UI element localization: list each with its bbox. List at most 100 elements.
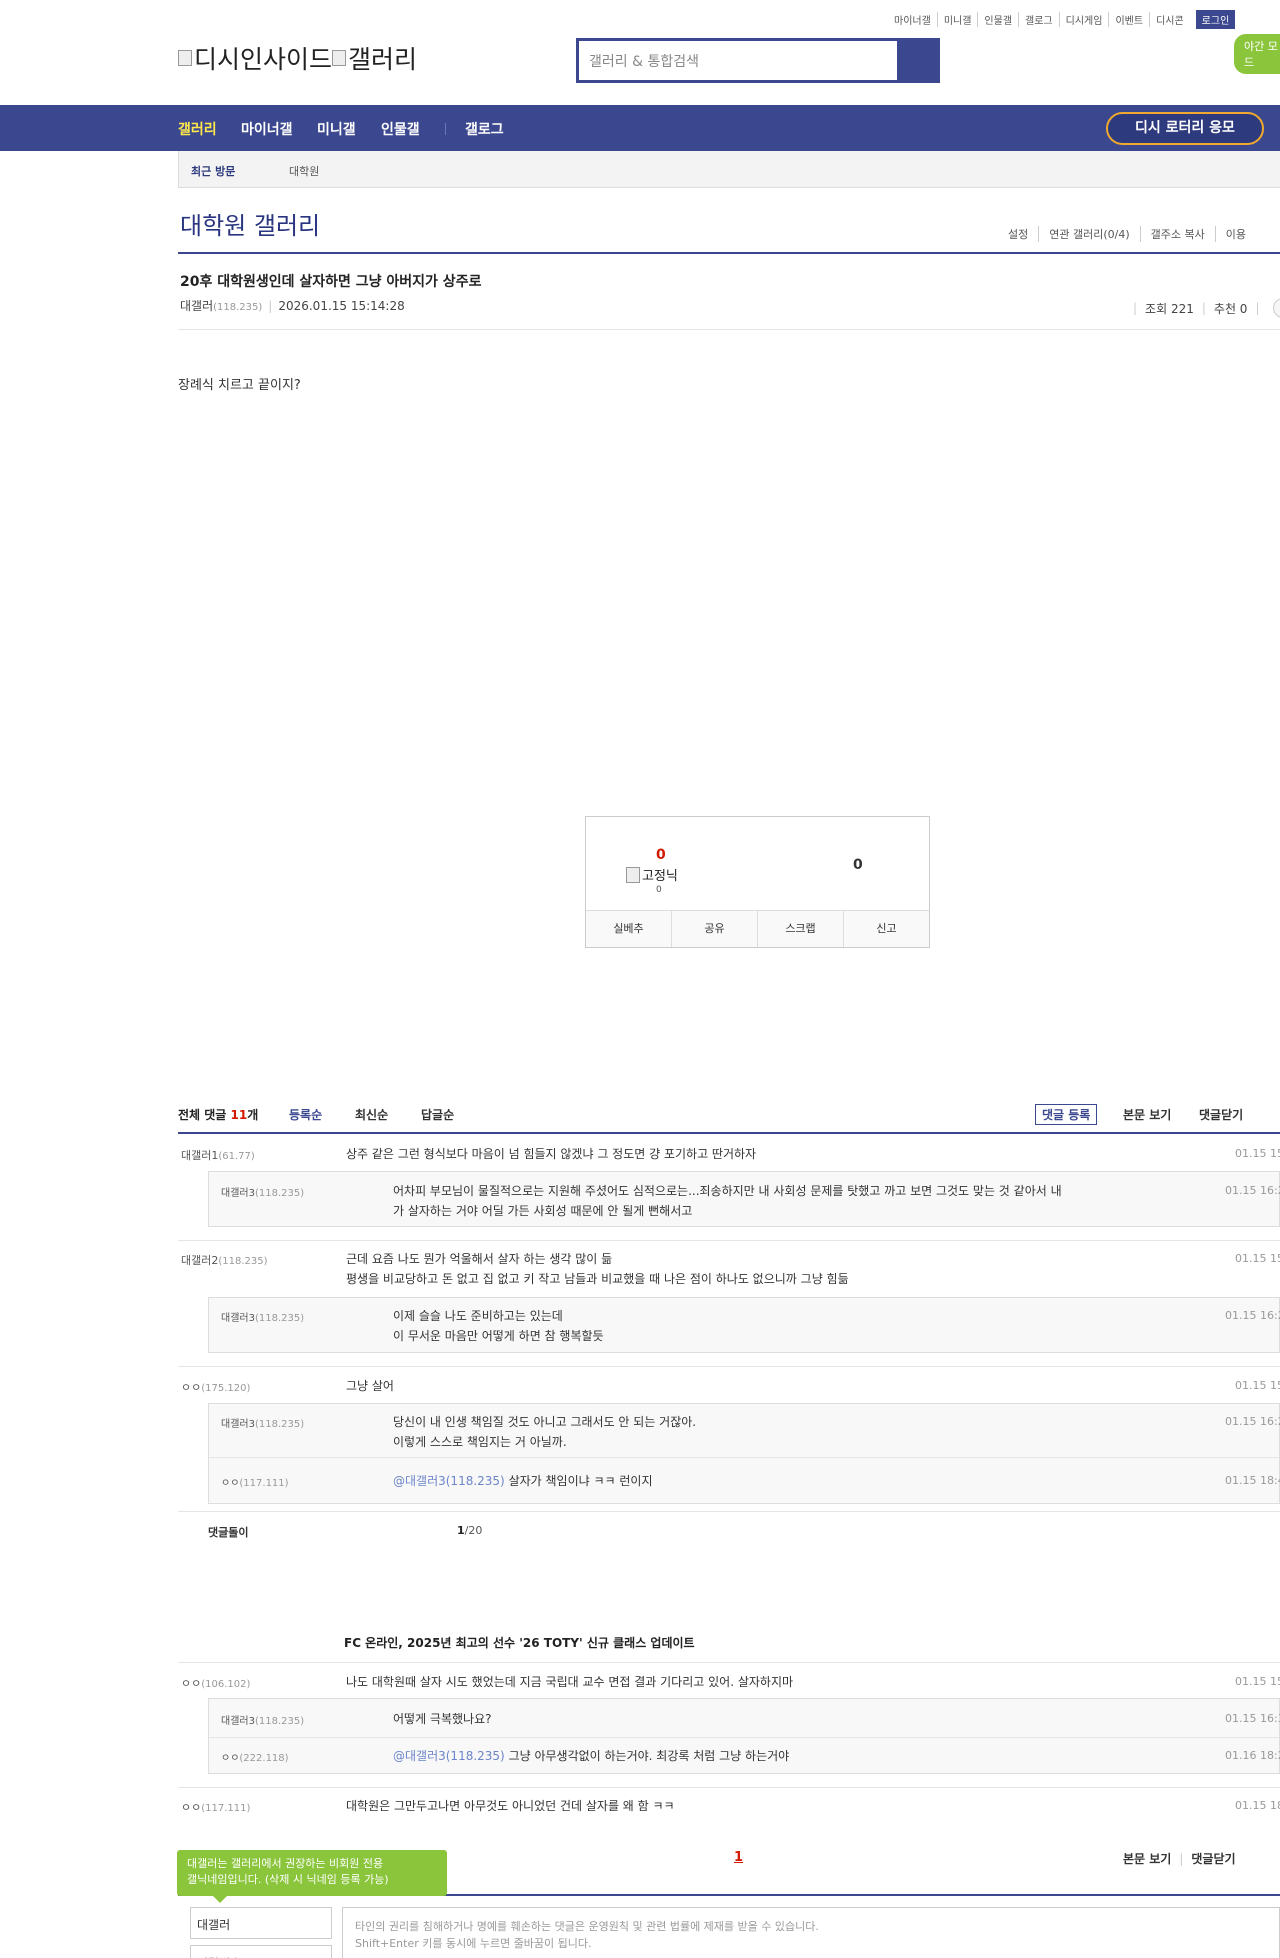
- reply-date: 01.15 16:2: [1225, 1309, 1280, 1322]
- nav-gallog[interactable]: 갤로그: [465, 119, 504, 139]
- password-field[interactable]: 비밀번호: [190, 1945, 332, 1958]
- search-input[interactable]: 갤러리 & 통합검색: [579, 41, 897, 80]
- reply-mention[interactable]: @대갤러3(118.235): [393, 1749, 505, 1763]
- recent-visit-label: 최근 방문: [191, 165, 236, 178]
- reply-text-line: 이제 슬슬 나도 준비하고는 있는데: [393, 1309, 563, 1323]
- close-comments-button[interactable]: 댓글닫기: [1199, 1106, 1243, 1123]
- comment-text-line: 평생을 비교당하고 돈 없고 집 없고 키 작고 남들과 비교했을 때 나은 점…: [346, 1272, 849, 1286]
- reply-nick[interactable]: 대갤러3(118.235): [221, 1184, 304, 1199]
- comment-nick[interactable]: 대갤러1(61.77): [181, 1147, 255, 1163]
- reply-date: 01.15 16:3: [1225, 1712, 1280, 1725]
- nav-mini-gall[interactable]: 미니갤: [317, 119, 356, 139]
- top-util-links: 마이너갤 미니갤 인물갤 갤로그 디시게임 이벤트 디시콘 로그인: [888, 10, 1236, 29]
- broken-image-icon: [332, 50, 347, 66]
- fixed-nick-vote[interactable]: 고정닉: [626, 865, 678, 884]
- title-divider: [178, 252, 1280, 254]
- nav-minor-gall[interactable]: 마이너갤: [241, 119, 293, 139]
- util-person-gall[interactable]: 인물갤: [977, 12, 1018, 27]
- reply-box: [208, 1297, 1280, 1353]
- search-button[interactable]: [897, 41, 937, 80]
- reply-date: 01.15 16:2: [1225, 1415, 1280, 1428]
- nav-divider: [445, 123, 446, 135]
- util-minor-gall[interactable]: 마이너갤: [888, 12, 937, 27]
- reply-nick[interactable]: 대갤러3(118.235): [221, 1415, 304, 1430]
- comment-divider: [178, 1366, 1280, 1367]
- recent-visit-item[interactable]: 대학원: [289, 163, 319, 179]
- broken-image-icon: [178, 50, 192, 66]
- nickname-field[interactable]: 대갤러: [190, 1907, 332, 1939]
- gallery-usage[interactable]: 이용: [1214, 226, 1256, 242]
- util-event[interactable]: 이벤트: [1108, 12, 1149, 27]
- share-button[interactable]: 공유: [671, 911, 757, 947]
- post-date: 2026.01.15 15:14:28: [278, 299, 405, 313]
- scrap-button[interactable]: 스크랩: [757, 911, 843, 947]
- downvote-count[interactable]: 0: [853, 857, 863, 873]
- ad-title[interactable]: FC 온라인, 2025년 최고의 선수 '26 TOTY' 신규 클래스 업데…: [344, 1634, 695, 1651]
- bottom-actions: 본문 보기 | 댓글닫기: [1123, 1852, 1236, 1866]
- util-dcgame[interactable]: 디시게임: [1058, 12, 1109, 27]
- util-gallog[interactable]: 갤로그: [1018, 12, 1059, 27]
- gallery-title[interactable]: 대학원 갤러리: [180, 206, 320, 241]
- related-galleries[interactable]: 연관 갤러리(0/4): [1038, 226, 1139, 242]
- post-more-button[interactable]: [1273, 298, 1280, 318]
- reply-date: 01.15 18:4: [1225, 1474, 1280, 1487]
- comment-nick[interactable]: ㅇㅇ(175.120): [181, 1379, 250, 1395]
- post-author[interactable]: 대갤러: [180, 299, 213, 313]
- reply-text-line: 당신이 내 인생 책임질 것도 아니고 그래서도 안 되는 거잖아.: [393, 1415, 697, 1429]
- reply-nick[interactable]: ㅇㅇ(117.111): [221, 1474, 289, 1489]
- post-header-divider: [178, 329, 1280, 330]
- comment-bot-label[interactable]: 댓글돌이: [208, 1524, 248, 1540]
- login-button[interactable]: 로그인: [1195, 10, 1236, 29]
- view-body-button[interactable]: 본문 보기: [1123, 1106, 1171, 1123]
- reply-date: 01.15 16:2: [1225, 1184, 1280, 1197]
- comment-text: 상주 같은 그런 형식보다 마음이 넘 힘들지 않겠냐 그 정도면 걍 포기하고…: [346, 1147, 757, 1161]
- comment-nick[interactable]: ㅇㅇ(106.102): [181, 1675, 250, 1691]
- reply-text-line: 이렇게 스스로 책임지는 거 아닐까.: [393, 1435, 567, 1449]
- post-body: 장례식 치르고 끝이지?: [178, 378, 301, 393]
- util-dccon[interactable]: 디시콘: [1149, 12, 1190, 27]
- site-logo[interactable]: 디시인사이드 갤러리: [178, 40, 417, 76]
- comment-textarea[interactable]: 타인의 권리를 침해하거나 명예를 훼손하는 댓글은 운영원칙 및 관련 법률에…: [342, 1907, 1280, 1958]
- reply-text-line: 어차피 부모님이 물질적으로는 지원해 주셨어도 심적으로는...죄송하지만 내…: [393, 1184, 1062, 1198]
- reply-nick[interactable]: ㅇㅇ(222.118): [221, 1749, 289, 1764]
- search-box: 갤러리 & 통합검색: [576, 38, 940, 83]
- reply-nick[interactable]: 대갤러3(118.235): [221, 1712, 304, 1727]
- copy-gallery-url[interactable]: 갤주소 복사: [1139, 226, 1215, 242]
- comment-text: 대학원은 그만두고나면 아무것도 아니었던 건데 살자를 왜 함 ㅋㅋ: [346, 1799, 675, 1813]
- sort-registered[interactable]: 등록순: [289, 1106, 322, 1123]
- pager-current[interactable]: 1: [457, 1524, 465, 1537]
- util-mini-gall[interactable]: 미니갤: [936, 12, 978, 27]
- close-comments-button[interactable]: 댓글닫기: [1191, 1852, 1235, 1866]
- sort-latest[interactable]: 최신순: [355, 1106, 388, 1123]
- comment-date: 01.15 15: [1235, 1675, 1280, 1688]
- nav-gallery[interactable]: 갤러리: [178, 119, 217, 139]
- comment-page-number[interactable]: 1: [734, 1850, 743, 1865]
- post-title: 20후 대학원생인데 살자하면 그냥 아버지가 상주로: [180, 274, 482, 290]
- best-recommend-button[interactable]: 실베추: [586, 911, 671, 947]
- comment-date: 01.15 15: [1235, 1252, 1280, 1265]
- view-body-button[interactable]: 본문 보기: [1123, 1852, 1171, 1866]
- nickname-tooltip: 대갤러는 갤러리에서 권장하는 비회원 전용 갤닉네임입니다. (삭제 시 닉네…: [177, 1850, 447, 1903]
- comment-nick[interactable]: 대갤러2(118.235): [181, 1252, 268, 1268]
- gallery-settings[interactable]: 설정: [1008, 226, 1038, 242]
- sort-replies[interactable]: 답글순: [421, 1106, 454, 1123]
- post-recommend: 추천 0: [1213, 301, 1248, 316]
- comment-text-line: 근데 요즘 나도 뭔가 억울해서 살자 하는 생각 많이 듦: [346, 1252, 613, 1266]
- lottery-button[interactable]: 디시 로터리 응모: [1106, 112, 1264, 145]
- night-mode-toggle[interactable]: 야간 모드: [1234, 34, 1280, 74]
- comment-text: 그냥 살어: [346, 1379, 394, 1393]
- reply-nick[interactable]: 대갤러3(118.235): [221, 1309, 304, 1324]
- comment-count: 11: [230, 1108, 248, 1122]
- post-info: 대갤러(118.235) | 2026.01.15 15:14:28: [180, 299, 405, 313]
- nav-person-gall[interactable]: 인물갤: [381, 119, 420, 139]
- comment-nick[interactable]: ㅇㅇ(117.111): [181, 1799, 250, 1815]
- reply-divider: [209, 1737, 1279, 1738]
- comment-date: 01.15 15: [1235, 1147, 1280, 1160]
- gallery-menu: 설정 연관 갤러리(0/4) 갤주소 복사 이용: [1008, 226, 1256, 242]
- fixed-nick-count: 0: [656, 885, 662, 895]
- logo-text: 디시인사이드: [194, 45, 333, 74]
- comment-register-button[interactable]: 댓글 등록: [1035, 1104, 1098, 1125]
- report-button[interactable]: 신고: [843, 911, 929, 947]
- reply-mention[interactable]: @대갤러3(118.235): [393, 1474, 505, 1488]
- post-author-ip: (118.235): [213, 302, 263, 313]
